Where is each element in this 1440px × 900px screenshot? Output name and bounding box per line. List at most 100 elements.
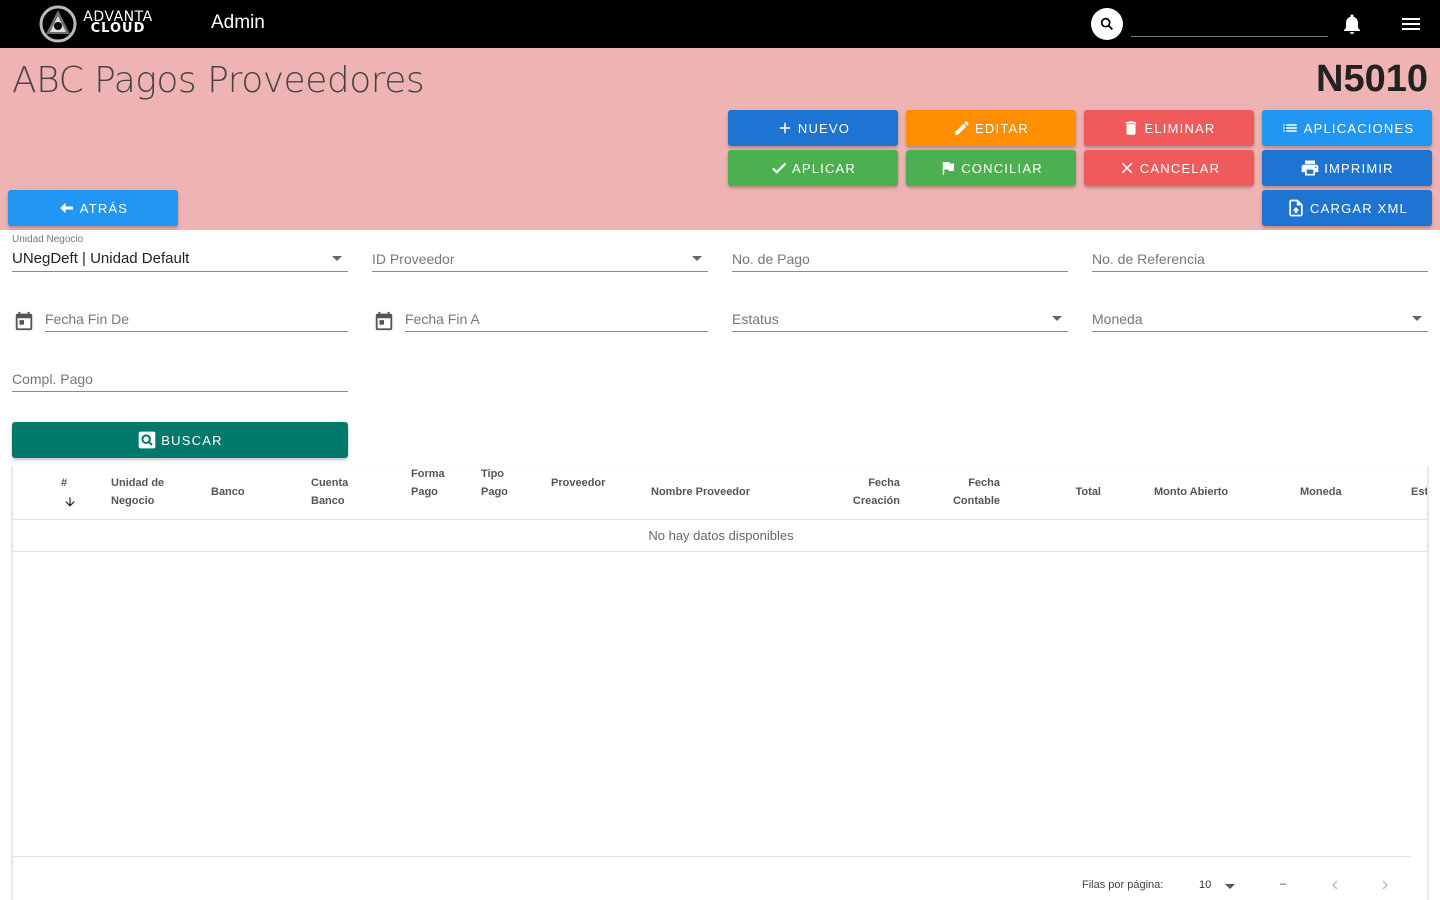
column-header-monto-abierto[interactable]: Monto Abierto: [1154, 483, 1228, 501]
column-header-line: Pago: [411, 486, 438, 498]
column-header-tipo-pago[interactable]: Tipo Pago: [481, 466, 508, 501]
aplicaciones-button-label: APLICACIONES: [1303, 120, 1415, 136]
cancelar-button-label: CANCELAR: [1139, 160, 1221, 176]
cargar-xml-button-label: CARGAR XML: [1310, 200, 1408, 216]
conciliar-button-label: CONCILIAR: [961, 160, 1043, 176]
chevron-down-icon: [1052, 316, 1062, 321]
empty-state-message: No hay datos disponibles: [13, 520, 1427, 552]
chevron-down-icon[interactable]: [1225, 884, 1235, 889]
editar-button[interactable]: EDITAR: [906, 110, 1076, 146]
column-header-fecha-creacion[interactable]: Fecha Creación: [833, 474, 900, 510]
estatus-label: Estatus: [732, 311, 779, 327]
buscar-button-label: BUSCAR: [161, 432, 223, 448]
no-referencia-field[interactable]: No. de Referencia: [1092, 244, 1428, 272]
notifications-bell-icon[interactable]: [1340, 12, 1364, 36]
imprimir-button[interactable]: IMPRIMIR: [1262, 150, 1432, 186]
imprimir-button-label: IMPRIMIR: [1324, 160, 1394, 176]
column-header-line: Creación: [852, 495, 900, 507]
eliminar-button-label: ELIMINAR: [1144, 120, 1216, 136]
unidad-negocio-select[interactable]: UNegDeft | Unidad Default: [12, 244, 348, 272]
buscar-button[interactable]: BUSCAR: [12, 422, 348, 458]
compl-pago-label: Compl. Pago: [12, 371, 93, 387]
column-header-forma-pago[interactable]: Forma Pago: [411, 466, 445, 501]
flag-icon: [942, 162, 955, 175]
column-header-fecha-contable[interactable]: Fecha Contable: [933, 474, 1000, 510]
fecha-fin-a-field[interactable]: Fecha Fin A: [405, 304, 708, 332]
fecha-fin-de-label: Fecha Fin De: [45, 311, 130, 327]
column-header-cuenta-banco[interactable]: Cuenta Banco: [311, 474, 348, 510]
column-header-line: Cuenta: [311, 477, 349, 489]
table-header: # Unidad de Negocio Banco Cuenta Banco F…: [13, 466, 1427, 520]
no-pago-label: No. de Pago: [732, 251, 810, 267]
aplicar-button[interactable]: APLICAR: [728, 150, 898, 186]
column-header-banco[interactable]: Banco: [211, 483, 245, 501]
conciliar-button[interactable]: CONCILIAR: [906, 150, 1076, 186]
atras-button-label: ATRÁS: [79, 200, 129, 216]
trash-icon: [1126, 121, 1137, 135]
aplicar-button-label: APLICAR: [791, 160, 857, 176]
column-header-line: Banco: [311, 495, 345, 507]
cargar-xml-button[interactable]: CARGAR XML: [1262, 190, 1432, 226]
moneda-label: Moneda: [1092, 311, 1143, 327]
list-icon: [1283, 124, 1297, 132]
rows-per-page-select[interactable]: 10: [1199, 879, 1211, 891]
chevron-left-icon[interactable]: [1326, 876, 1344, 894]
editar-button-label: EDITAR: [975, 120, 1029, 136]
nuevo-button-label: NUEVO: [797, 120, 851, 136]
page-title: ABC Pagos Proveedores: [12, 60, 425, 101]
id-proveedor-label: ID Proveedor: [372, 251, 455, 267]
column-header-moneda[interactable]: Moneda: [1300, 483, 1342, 501]
screen-code: N5010: [1316, 58, 1428, 100]
payments-table: # Unidad de Negocio Banco Cuenta Banco F…: [12, 466, 1428, 900]
chevron-right-icon[interactable]: [1376, 876, 1394, 894]
atras-button[interactable]: ATRÁS: [8, 190, 178, 226]
app-title: Admin: [211, 12, 265, 33]
column-header-nombre-proveedor[interactable]: Nombre Proveedor: [651, 483, 750, 501]
top-app-bar: ADVANTA CLOUD Admin: [0, 0, 1440, 48]
check-icon: [772, 162, 787, 174]
nuevo-button[interactable]: NUEVO: [728, 110, 898, 146]
id-proveedor-select[interactable]: ID Proveedor: [372, 244, 708, 272]
search-input[interactable]: [1131, 13, 1328, 37]
chevron-down-icon: [332, 256, 342, 261]
column-header-number[interactable]: #: [61, 474, 67, 492]
printer-icon: [1301, 160, 1319, 176]
arrow-down-sort-icon[interactable]: [63, 494, 77, 510]
search-box-icon: [138, 431, 156, 449]
cancelar-button[interactable]: CANCELAR: [1084, 150, 1254, 186]
rows-per-page-label: Filas por página:: [1082, 879, 1164, 891]
column-header-total[interactable]: Total: [1033, 483, 1101, 501]
fecha-fin-de-field[interactable]: Fecha Fin De: [45, 304, 348, 332]
column-header-line: Negocio: [111, 495, 155, 507]
file-upload-icon: [1289, 199, 1303, 217]
no-pago-field[interactable]: No. de Pago: [732, 244, 1068, 272]
column-header-line: Fecha: [868, 477, 900, 489]
column-header-estatus[interactable]: Esta: [1411, 483, 1427, 501]
arrow-left-icon: [60, 202, 73, 214]
column-header-line: Pago: [481, 486, 508, 498]
chevron-down-icon: [1412, 316, 1422, 321]
chevron-down-icon: [692, 256, 702, 261]
compl-pago-field[interactable]: Compl. Pago: [12, 364, 348, 392]
pencil-icon: [955, 121, 969, 135]
pagination-range: –: [1280, 878, 1287, 890]
column-header-line: Tipo: [481, 468, 505, 480]
calendar-icon[interactable]: [13, 310, 35, 332]
aplicaciones-button[interactable]: APLICACIONES: [1262, 110, 1432, 146]
calendar-icon[interactable]: [373, 310, 395, 332]
plus-icon: [779, 122, 791, 134]
estatus-select[interactable]: Estatus: [732, 304, 1068, 332]
fecha-fin-a-label: Fecha Fin A: [405, 311, 480, 327]
hamburger-menu-icon[interactable]: [1399, 12, 1423, 36]
search-icon: [1100, 17, 1113, 30]
advanta-cloud-logo[interactable]: ADVANTA CLOUD: [36, 4, 160, 44]
logo-line-cloud: CLOUD: [90, 21, 146, 36]
close-icon: [1121, 162, 1133, 174]
column-header-unidad-negocio[interactable]: Unidad de Negocio: [111, 474, 164, 510]
column-header-proveedor[interactable]: Proveedor: [551, 474, 605, 492]
eliminar-button[interactable]: ELIMINAR: [1084, 110, 1254, 146]
moneda-select[interactable]: Moneda: [1092, 304, 1428, 332]
column-header-line: Forma: [411, 468, 445, 480]
search-button[interactable]: [1091, 8, 1123, 40]
logo-text: ADVANTA CLOUD: [79, 10, 157, 36]
